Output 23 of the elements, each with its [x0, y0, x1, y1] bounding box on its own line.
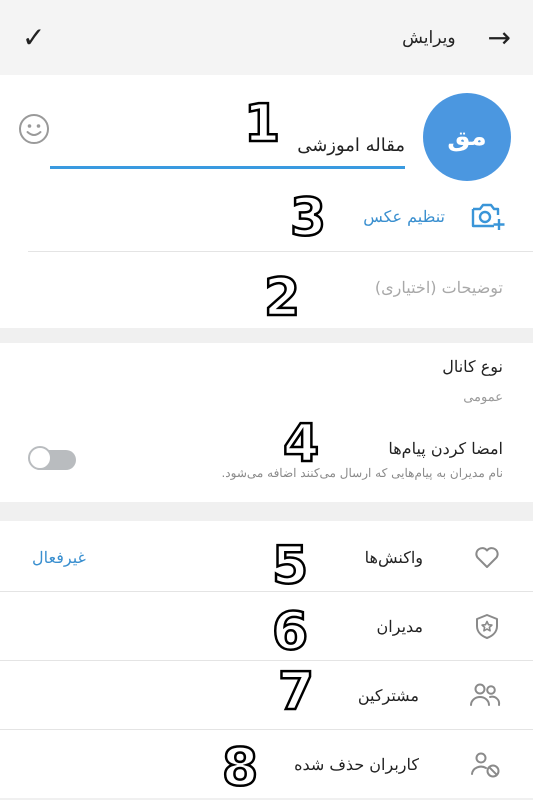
menu-item-label: مشترکین: [358, 686, 419, 704]
menu-item-value: غیرفعال: [32, 548, 86, 566]
menu-item-label: کاربران حذف شده: [294, 754, 419, 774]
sign-messages-hint: نام مدیران به پیام‌هایی که ارسال می‌کنند اضافه می‌شود.: [220, 466, 503, 480]
shield-star-icon: [473, 612, 501, 640]
annotation-number: 6: [272, 606, 308, 658]
annotation-number: 3: [290, 192, 326, 244]
people-icon: [469, 681, 501, 709]
menu-item-label: واکنش‌ها: [364, 548, 423, 566]
menu-item-label: مدیران: [376, 616, 423, 636]
annotation-number: 2: [264, 272, 300, 324]
channel-type-item[interactable]: نوع کانال عمومی: [0, 343, 533, 413]
annotation-number: 8: [222, 742, 258, 794]
person-blocked-icon: [469, 750, 501, 778]
screen-title: ویرایش: [402, 28, 456, 48]
done-button[interactable]: ✓: [18, 21, 50, 54]
sign-messages-label: امضا کردن پیام‌ها: [387, 439, 503, 458]
channel-type-value: عمومی: [462, 390, 503, 405]
annotation-number: 5: [272, 540, 308, 592]
back-button[interactable]: →: [484, 21, 515, 54]
smiley-icon[interactable]: [18, 113, 50, 145]
annotation-number: 7: [278, 666, 314, 718]
channel-type-label: نوع کانال: [441, 357, 503, 376]
